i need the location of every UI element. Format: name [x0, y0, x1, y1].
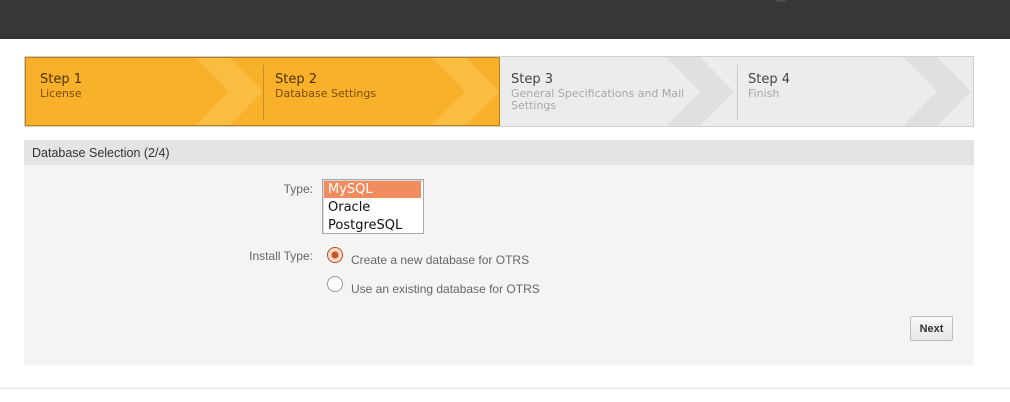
- partial-toolbar-icon: [774, 0, 788, 2]
- step-4: Step 4 Finish: [737, 57, 973, 126]
- use-existing-database-radio[interactable]: [327, 276, 343, 292]
- step-1: Step 1 License: [25, 57, 263, 126]
- type-label: Type:: [283, 182, 313, 196]
- top-navigation-bar: [0, 0, 1010, 39]
- panel-title: Database Selection (2/4): [32, 146, 170, 160]
- install-type-label: Install Type:: [249, 249, 313, 263]
- db-type-option-postgresql[interactable]: PostgreSQL: [324, 217, 421, 234]
- step-4-title: Step 4: [748, 72, 791, 87]
- step-2-title: Step 2: [275, 72, 318, 87]
- step-2-subtitle: Database Settings: [275, 87, 377, 100]
- step-2: Step 2 Database Settings: [263, 57, 500, 126]
- db-type-option-mysql[interactable]: MySQL: [324, 181, 421, 198]
- footer-divider: [0, 388, 1010, 389]
- step-1-subtitle: License: [40, 87, 82, 100]
- step-3-subtitle: General Specifications and Mail Settings: [511, 87, 685, 112]
- next-button[interactable]: Next: [910, 316, 953, 341]
- step-4-subtitle: Finish: [748, 87, 780, 100]
- step-divider: [263, 65, 264, 120]
- create-new-database-radio[interactable]: [327, 247, 343, 263]
- installer-steps: Step 1 License Step 2 Database Settings …: [24, 56, 974, 127]
- step-1-title: Step 1: [40, 72, 83, 87]
- use-existing-database-label[interactable]: Use an existing database for OTRS: [351, 282, 540, 296]
- step-divider: [737, 65, 738, 120]
- database-type-listbox[interactable]: MySQL Oracle PostgreSQL: [322, 179, 424, 234]
- panel-header: Database Selection (2/4): [24, 140, 974, 165]
- db-type-option-oracle[interactable]: Oracle: [324, 199, 421, 216]
- step-3: Step 3 General Specifications and Mail S…: [500, 57, 737, 126]
- create-new-database-label[interactable]: Create a new database for OTRS: [351, 253, 529, 267]
- step-3-title: Step 3: [511, 72, 554, 87]
- database-selection-panel: Database Selection (2/4) Type: MySQL Ora…: [24, 140, 974, 365]
